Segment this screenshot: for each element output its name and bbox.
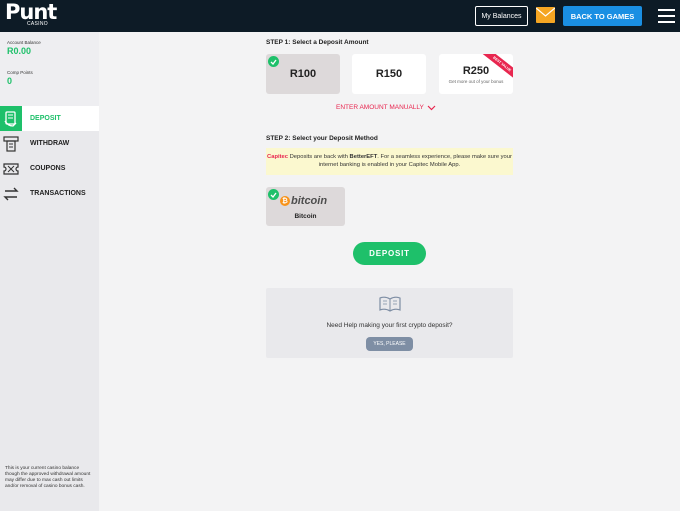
help-text: Need Help making your first crypto depos… (326, 322, 453, 329)
sidebar-nav: DEPOSIT WITHDRAW COUPONS TRANSACTIONS (0, 106, 99, 206)
step1-title: STEP 1: Select a Deposit Amount (266, 39, 369, 46)
account-balance-value: R0.00 (7, 46, 32, 56)
method-label: Bitcoin (294, 213, 317, 220)
comp-points-label: Comp Points (7, 70, 33, 75)
back-to-games-button[interactable]: BACK TO GAMES (563, 6, 642, 26)
logo-text: Punt (5, 0, 57, 24)
sidebar-item-withdraw[interactable]: WITHDRAW (0, 131, 99, 156)
bitcoin-logo: ₿ bitcoin (280, 195, 327, 207)
sidebar-item-transactions[interactable]: TRANSACTIONS (0, 181, 99, 206)
notice-text-1: Deposits are back with (288, 154, 350, 160)
logo-subtext: CASINO (27, 21, 48, 27)
amount-value: R100 (289, 68, 317, 80)
withdraw-icon (0, 131, 22, 156)
checkmark-icon (268, 56, 279, 67)
bitcoin-coin-icon: ₿ (280, 196, 290, 206)
yes-please-button[interactable]: YES, PLEASE (366, 337, 413, 351)
crypto-help-box: Need Help making your first crypto depos… (266, 288, 513, 358)
capitec-brand: Capitec (267, 154, 288, 160)
my-balances-button[interactable]: My Balances (475, 6, 528, 26)
payment-method-bitcoin[interactable]: ₿ bitcoin Bitcoin (266, 187, 345, 226)
coupon-icon (0, 156, 22, 181)
amount-value: R150 (375, 68, 403, 80)
deposit-icon (0, 106, 22, 131)
amount-option-r250[interactable]: BEST VALUE R250 Get more out of your bon… (439, 54, 513, 94)
account-balance-label: Account Balance (7, 40, 41, 45)
amount-option-r150[interactable]: R150 (352, 54, 426, 94)
comp-points-value: 0 (7, 76, 13, 86)
book-icon (379, 296, 401, 312)
sidebar: Account Balance R0.00 Comp Points 0 DEPO… (0, 32, 99, 511)
checkmark-icon (268, 189, 279, 200)
capitec-notice: Capitec Deposits are back with BetterEFT… (266, 148, 513, 175)
account-summary: Account Balance R0.00 Comp Points 0 (0, 32, 99, 106)
amount-option-r100[interactable]: R100 (266, 54, 340, 94)
punt-casino-logo[interactable]: Punt CASINO (5, 0, 57, 30)
sidebar-item-label: COUPONS (30, 165, 66, 172)
enter-manually-label: ENTER AMOUNT MANUALLY (336, 104, 424, 111)
balance-disclaimer: This is your current casino balance thou… (5, 466, 91, 489)
amount-value: R250 (462, 64, 490, 77)
top-header: Punt CASINO My Balances BACK TO GAMES (0, 0, 680, 32)
mail-icon[interactable] (535, 7, 556, 23)
deposit-button[interactable]: DEPOSIT (353, 242, 426, 265)
bitcoin-logo-text: bitcoin (291, 195, 328, 207)
chevron-down-icon (427, 105, 436, 110)
sidebar-item-label: DEPOSIT (30, 115, 61, 122)
bettereft-highlight: BetterEFT (349, 154, 378, 160)
transactions-icon (0, 181, 22, 206)
sidebar-item-label: TRANSACTIONS (30, 190, 86, 197)
hamburger-menu-icon[interactable] (658, 9, 675, 23)
sidebar-item-deposit[interactable]: DEPOSIT (0, 106, 99, 131)
sidebar-item-coupons[interactable]: COUPONS (0, 156, 99, 181)
amount-subtext: Get more out of your bonus (448, 78, 504, 84)
sidebar-item-label: WITHDRAW (30, 140, 70, 147)
step2-title: STEP 2: Select your Deposit Method (266, 135, 378, 142)
enter-amount-manually-link[interactable]: ENTER AMOUNT MANUALLY (336, 104, 436, 111)
